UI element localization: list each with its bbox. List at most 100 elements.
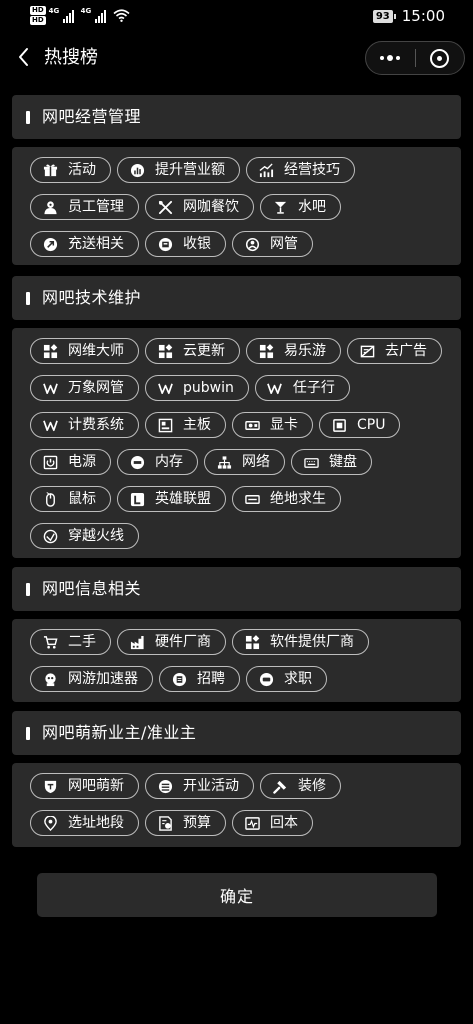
target-icon [430, 48, 450, 68]
no-ads-icon [359, 343, 375, 359]
mini-program-capsule [365, 41, 465, 75]
section-body-info: 二手 硬件厂商 软件提供厂商网游加速器 招聘 求职 [12, 619, 461, 702]
tag-label: pubwin [183, 380, 234, 396]
section-header-business: 网吧经营管理 [12, 95, 461, 139]
tag-label: 鼠标 [68, 491, 96, 507]
tag-chip[interactable]: 招聘 [159, 666, 240, 692]
network-type: 4G [48, 6, 60, 15]
budget-icon [157, 815, 173, 831]
tag-list: 二手 硬件厂商 软件提供厂商网游加速器 招聘 求职 [30, 629, 455, 692]
cocktail-icon [272, 199, 288, 215]
job-icon [258, 671, 274, 687]
tag-label: 网络 [242, 454, 270, 470]
app-grid-icon [244, 634, 260, 650]
tag-label: 穿越火线 [68, 528, 124, 544]
mouse-icon [42, 491, 58, 507]
tag-label: 求职 [284, 671, 312, 687]
tag-label: 活动 [68, 162, 96, 178]
tag-label: 键盘 [329, 454, 357, 470]
tag-chip[interactable]: 开业活动 [145, 773, 254, 799]
close-mini-program-button[interactable] [416, 42, 465, 74]
tag-label: 充送相关 [68, 236, 124, 252]
page-title: 热搜榜 [44, 47, 98, 68]
tag-chip[interactable]: 英雄联盟 [117, 486, 226, 512]
tag-label: 收银 [183, 236, 211, 252]
tag-chip[interactable]: 穿越火线 [30, 523, 139, 549]
tag-label: 任子行 [292, 380, 335, 396]
tag-label: 英雄联盟 [155, 491, 211, 507]
tag-label: 电源 [68, 454, 96, 470]
status-left: HD HD 4G 4G [30, 6, 130, 25]
tag-chip[interactable]: 员工管理 [30, 194, 139, 220]
tag-label: 硬件厂商 [155, 634, 211, 650]
app-grid-icon [157, 343, 173, 359]
tag-chip[interactable]: 云更新 [145, 338, 240, 364]
tag-chip[interactable]: 预算 [145, 810, 226, 836]
tag-chip[interactable]: 装修 [260, 773, 341, 799]
tag-chip[interactable]: 绝地求生 [232, 486, 341, 512]
tag-chip[interactable]: 水吧 [260, 194, 341, 220]
tag-chip[interactable]: 键盘 [291, 449, 372, 475]
tag-chip[interactable]: 网咖餐饮 [145, 194, 254, 220]
w-icon [157, 380, 173, 396]
section-title: 网吧信息相关 [42, 579, 142, 598]
tag-list: 网维大师 云更新 易乐游 去广告万象网管 pubwin 任子行计费系统 主板 显卡 CPU 电源 内… [30, 338, 455, 549]
tag-chip[interactable]: 收银 [145, 231, 226, 257]
tag-chip[interactable]: 二手 [30, 629, 111, 655]
tag-chip[interactable]: 充送相关 [30, 231, 139, 257]
tag-chip[interactable]: 硬件厂商 [117, 629, 226, 655]
more-dots-icon [380, 55, 401, 61]
section-header-newowner: 网吧萌新业主/准业主 [12, 711, 461, 755]
tag-chip[interactable]: 软件提供厂商 [232, 629, 369, 655]
tag-label: 回本 [270, 815, 298, 831]
confirm-button[interactable]: 确定 [37, 873, 437, 917]
tag-label: 易乐游 [284, 343, 326, 359]
tag-chip[interactable]: 网管 [232, 231, 313, 257]
tag-label: 去广告 [385, 343, 427, 359]
status-bar: HD HD 4G 4G 93 15:00 [0, 0, 473, 34]
tag-chip[interactable]: 内存 [117, 449, 198, 475]
tag-chip[interactable]: 任子行 [254, 375, 350, 401]
tag-chip[interactable]: CPU [319, 412, 401, 438]
tag-label: 显卡 [270, 417, 298, 433]
tag-chip[interactable]: pubwin [145, 375, 249, 401]
tag-chip[interactable]: 网络 [204, 449, 285, 475]
app-grid-icon [42, 343, 58, 359]
hd-badge: HD [30, 6, 46, 15]
tag-chip[interactable]: 显卡 [232, 412, 313, 438]
tag-chip[interactable]: 鼠标 [30, 486, 111, 512]
tag-chip[interactable]: 万象网管 [30, 375, 139, 401]
signal-icon: 4G [48, 6, 74, 23]
cf-icon [42, 528, 58, 544]
tag-chip[interactable]: 网维大师 [30, 338, 139, 364]
tag-chip[interactable]: 选址地段 [30, 810, 139, 836]
section-title: 网吧经营管理 [42, 107, 142, 126]
section-title: 网吧技术维护 [42, 288, 142, 307]
tag-label: 水吧 [298, 199, 326, 215]
cpu-icon [331, 417, 347, 433]
trend-chart-icon [258, 162, 274, 178]
tag-chip[interactable]: 网吧萌新 [30, 773, 139, 799]
tag-chip[interactable]: 易乐游 [246, 338, 341, 364]
tag-chip[interactable]: 去广告 [347, 338, 442, 364]
tag-chip[interactable]: 求职 [246, 666, 327, 692]
section-marker [26, 111, 30, 124]
w-icon [42, 380, 58, 396]
opening-icon [157, 778, 173, 794]
tag-chip[interactable]: 计费系统 [30, 412, 139, 438]
tag-chip[interactable]: 活动 [30, 157, 111, 183]
tag-label: 计费系统 [68, 417, 124, 433]
tag-chip[interactable]: 经营技巧 [246, 157, 355, 183]
more-button[interactable] [366, 42, 415, 74]
tag-label: 内存 [155, 454, 183, 470]
pubg-icon [244, 491, 260, 507]
tag-chip[interactable]: 提升营业额 [117, 157, 240, 183]
tag-label: 主板 [183, 417, 211, 433]
tag-chip[interactable]: 主板 [145, 412, 226, 438]
tag-label: 网维大师 [68, 343, 124, 359]
back-arrow-icon[interactable] [14, 46, 36, 68]
tag-chip[interactable]: 回本 [232, 810, 313, 836]
tag-label: 开业活动 [183, 778, 239, 794]
tag-chip[interactable]: 电源 [30, 449, 111, 475]
tag-chip[interactable]: 网游加速器 [30, 666, 153, 692]
